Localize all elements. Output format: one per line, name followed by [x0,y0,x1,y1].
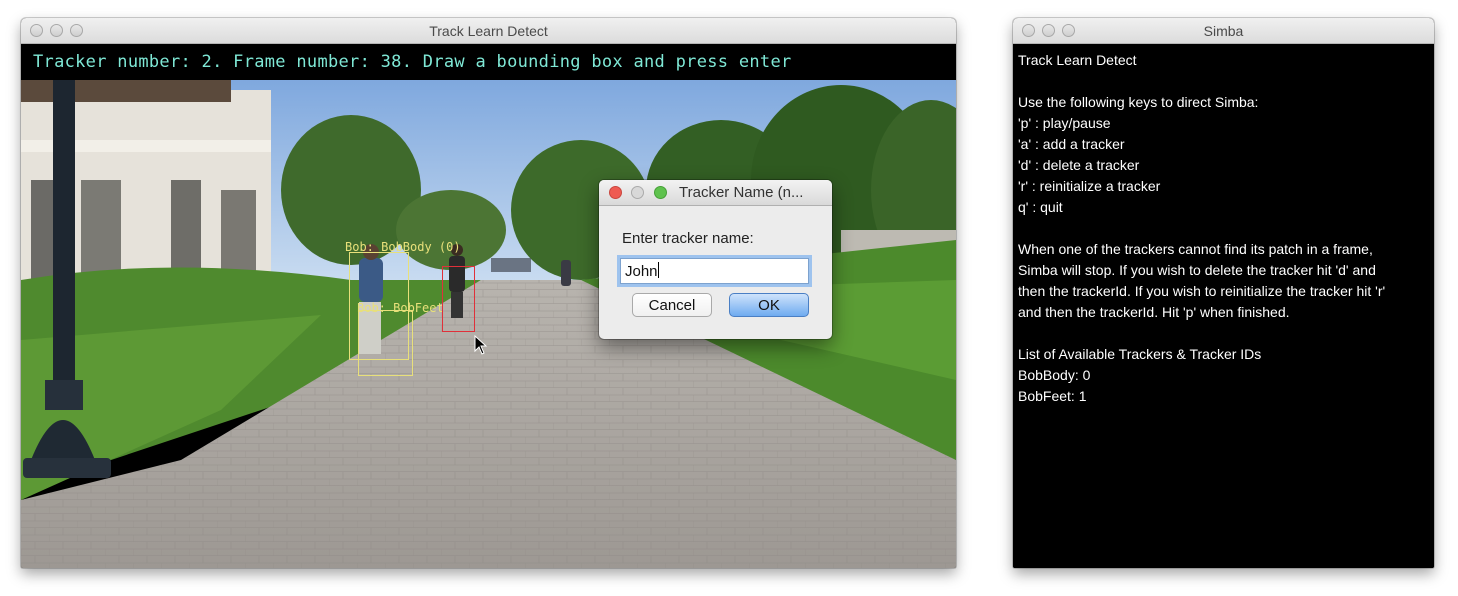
dialog-close-icon[interactable] [609,186,622,199]
tracker-label-bobbody: Bob: BobBody (0) [345,240,461,254]
key-line: 'r' : reinitialize a tracker [1018,178,1161,194]
tracker-list-item: BobBody: 0 [1018,367,1091,383]
dialog-prompt: Enter tracker name: [622,230,754,247]
dialog-title: Tracker Name (n... [679,184,804,201]
text-caret [657,262,659,278]
tracker-name-input[interactable]: John [620,258,809,284]
simba-console: Track Learn Detect Use the following key… [1013,44,1434,568]
dialog-zoom-icon[interactable] [654,186,667,199]
dialog-minimize-icon[interactable] [631,186,644,199]
help-line: and then the trackerId. Hit 'p' when fin… [1018,304,1290,320]
tld-titlebar[interactable]: Track Learn Detect [21,18,956,44]
help-line: then the trackerId. If you wish to reini… [1018,283,1386,299]
window-title: Simba [1203,23,1244,39]
tracker-list-title: List of Available Trackers & Tracker IDs [1018,346,1262,362]
tracker-label-bobfeet: Bob: BobFeet [357,301,444,315]
simba-window: Simba Track Learn Detect Use the followi… [1013,18,1434,568]
selection-box[interactable] [442,266,475,332]
ok-button[interactable]: OK [729,293,809,317]
tracker-name-value: John [625,263,658,280]
key-line: 'p' : play/pause [1018,115,1111,131]
keys-intro: Use the following keys to direct Simba: [1018,94,1259,110]
help-line: When one of the trackers cannot find its… [1018,241,1373,257]
simba-titlebar[interactable]: Simba [1013,18,1434,44]
tracker-name-dialog: Tracker Name (n... Enter tracker name: J… [599,180,832,339]
key-line: 'd' : delete a tracker [1018,157,1140,173]
key-line: q' : quit [1018,199,1063,215]
cancel-button[interactable]: Cancel [632,293,712,317]
window-title: Track Learn Detect [429,23,548,39]
tracker-box-bobfeet [358,310,413,376]
mouse-cursor-icon [474,335,488,355]
tracker-list-item: BobFeet: 1 [1018,388,1087,404]
help-line: Simba will stop. If you wish to delete t… [1018,262,1376,278]
status-line: Tracker number: 2. Frame number: 38. Dra… [21,44,956,80]
simba-heading: Track Learn Detect [1018,52,1137,68]
dialog-titlebar[interactable]: Tracker Name (n... [599,180,832,206]
key-line: 'a' : add a tracker [1018,136,1125,152]
